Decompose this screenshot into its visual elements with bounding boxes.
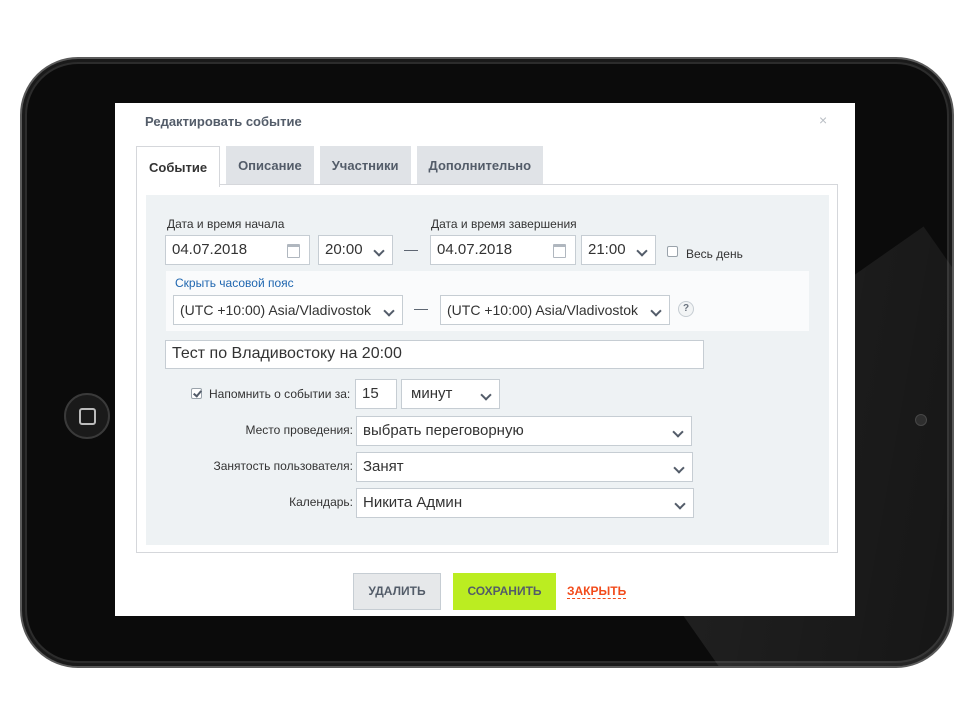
end-date-value: 04.07.2018	[437, 241, 513, 258]
start-time-select[interactable]: 20:00	[318, 235, 393, 265]
event-form: Дата и время начала 04.07.2018 20:00 — Д…	[146, 195, 829, 545]
help-icon[interactable]: ?	[678, 301, 694, 317]
timezone-from-value: (UTC +10:00) Asia/Vladivostok	[180, 302, 372, 318]
start-date-value: 04.07.2018	[172, 241, 248, 258]
start-datetime-label: Дата и время начала	[167, 217, 285, 231]
location-select[interactable]: выбрать переговорную	[356, 416, 692, 446]
event-name-input[interactable]: Тест по Владивостоку на 20:00	[165, 340, 704, 369]
availability-value: Занят	[363, 458, 404, 475]
home-button[interactable]	[64, 393, 110, 439]
calendar-label: Календарь:	[289, 495, 353, 509]
calendar-value: Никита Админ	[363, 494, 463, 511]
location-value: выбрать переговорную	[363, 422, 524, 439]
remind-value-input[interactable]: 15	[355, 379, 397, 409]
close-link[interactable]: ЗАКРЫТЬ	[567, 584, 627, 599]
chevron-down-icon	[673, 462, 685, 474]
delete-button[interactable]: УДАЛИТЬ	[353, 573, 441, 610]
tab-additional[interactable]: Дополнительно	[416, 146, 544, 185]
save-button[interactable]: СОХРАНИТЬ	[453, 573, 556, 610]
end-date-input[interactable]: 04.07.2018	[430, 235, 576, 265]
timezone-range-dash: —	[414, 300, 428, 316]
chevron-down-icon	[672, 426, 684, 438]
remind-unit-value: минут	[411, 385, 453, 402]
chevron-down-icon	[636, 245, 648, 257]
end-time-value: 21:00	[588, 241, 626, 258]
end-time-select[interactable]: 21:00	[581, 235, 656, 265]
dialog-title: Редактировать событие	[145, 114, 302, 129]
tab-bar: Событие Описание Участники Дополнительно	[136, 146, 549, 187]
start-time-value: 20:00	[325, 241, 363, 258]
timezone-to-select[interactable]: (UTC +10:00) Asia/Vladivostok	[440, 295, 670, 325]
chevron-down-icon	[674, 498, 686, 510]
all-day-checkbox[interactable]	[667, 246, 678, 257]
home-square-icon	[78, 407, 96, 425]
start-date-input[interactable]: 04.07.2018	[165, 235, 310, 265]
end-datetime-label: Дата и время завершения	[431, 217, 577, 231]
all-day-label: Весь день	[686, 247, 743, 261]
remind-unit-select[interactable]: минут	[401, 379, 500, 409]
tab-event[interactable]: Событие	[136, 146, 221, 187]
location-label: Место проведения:	[245, 423, 353, 437]
remind-label: Напомнить о событии за:	[209, 387, 351, 401]
chevron-down-icon	[480, 389, 492, 401]
remind-checkbox[interactable]	[191, 388, 202, 399]
availability-label: Занятость пользователя:	[213, 459, 354, 473]
availability-select[interactable]: Занят	[356, 452, 693, 482]
event-name-value: Тест по Владивостоку на 20:00	[172, 345, 402, 362]
calendar-select[interactable]: Никита Админ	[356, 488, 694, 518]
tablet-screen: Редактировать событие × Событие Описание…	[115, 103, 855, 616]
chevron-down-icon	[383, 305, 395, 317]
tab-participants[interactable]: Участники	[319, 146, 411, 185]
timezone-section: Скрыть часовой пояс (UTC +10:00) Asia/Vl…	[166, 271, 809, 331]
date-range-dash: —	[404, 241, 418, 257]
chevron-down-icon	[373, 245, 385, 257]
tab-panel-event: Дата и время начала 04.07.2018 20:00 — Д…	[136, 184, 838, 553]
camera-icon	[915, 414, 927, 426]
timezone-to-value: (UTC +10:00) Asia/Vladivostok	[447, 302, 639, 318]
remind-value: 15	[362, 385, 379, 402]
hide-timezone-link[interactable]: Скрыть часовой пояс	[175, 276, 294, 290]
calendar-icon[interactable]	[553, 244, 566, 258]
tab-description[interactable]: Описание	[226, 146, 314, 185]
close-icon[interactable]: ×	[819, 112, 827, 128]
chevron-down-icon	[650, 305, 662, 317]
calendar-icon[interactable]	[287, 244, 300, 258]
timezone-from-select[interactable]: (UTC +10:00) Asia/Vladivostok	[173, 295, 403, 325]
